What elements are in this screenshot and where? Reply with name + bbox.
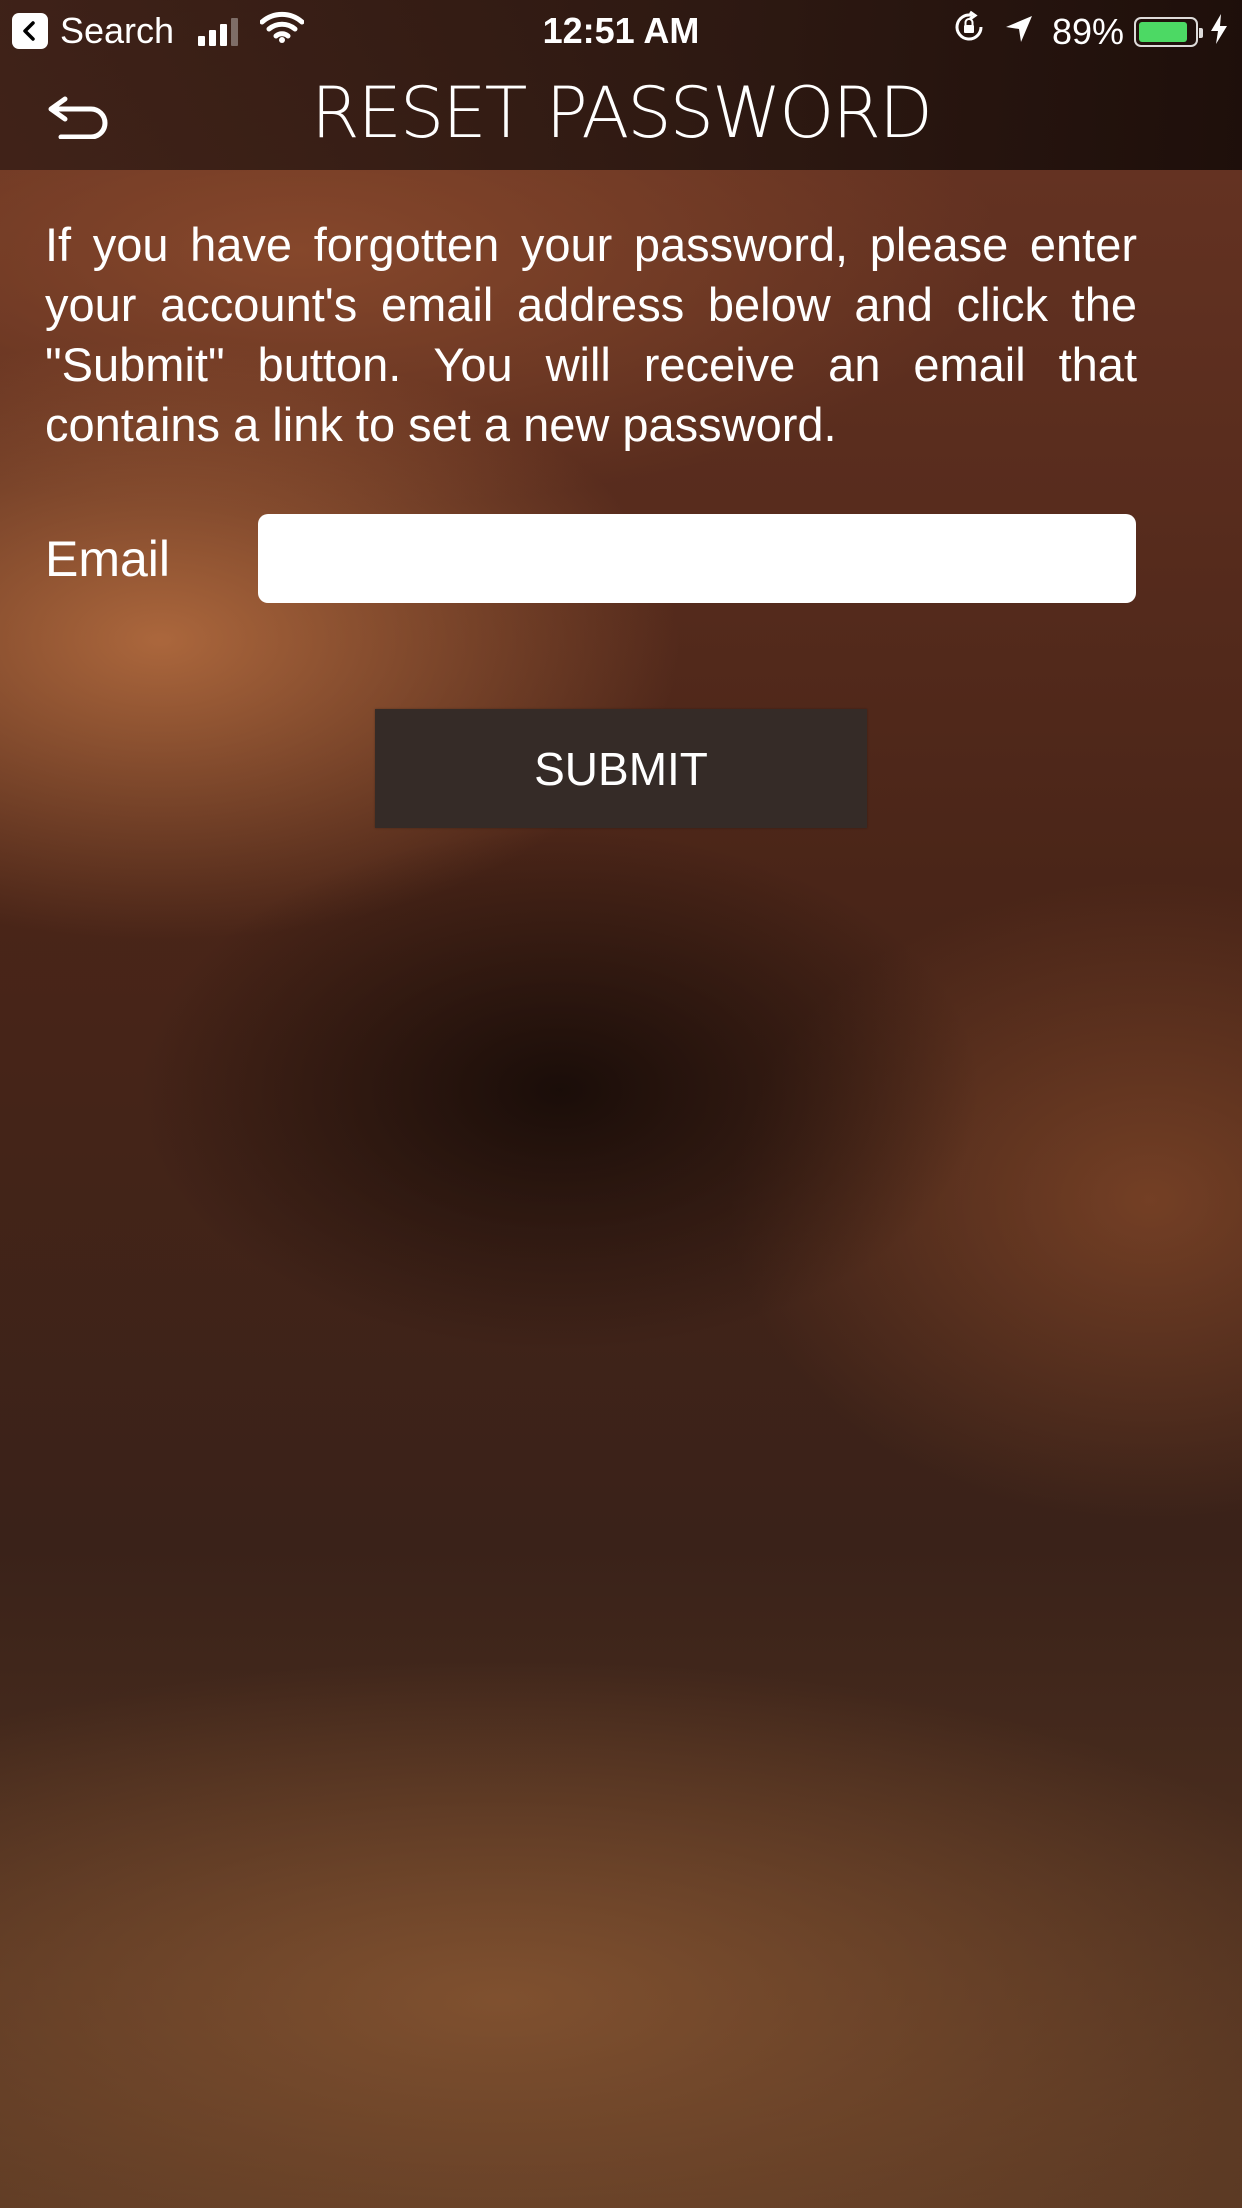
email-field[interactable] — [258, 514, 1136, 603]
status-bar-right: 89% — [952, 10, 1228, 53]
battery-percent: 89% — [1051, 10, 1124, 52]
battery-level-fill — [1139, 21, 1188, 42]
battery-nub — [1199, 27, 1203, 38]
charging-bolt-icon — [1210, 11, 1228, 53]
page-title: RESET PASSWORD — [311, 72, 933, 154]
orientation-lock-icon — [952, 10, 986, 53]
submit-button[interactable]: SUBMIT — [375, 709, 867, 828]
location-arrow-icon — [1004, 11, 1034, 53]
battery-icon — [1134, 16, 1203, 47]
reset-instructions: If you have forgotten your password, ple… — [45, 218, 1137, 451]
navigation-bar: RESET PASSWORD — [0, 60, 1242, 170]
email-label: Email — [45, 531, 171, 587]
status-bar: Search 12:51 AM 89% — [0, 0, 1242, 60]
